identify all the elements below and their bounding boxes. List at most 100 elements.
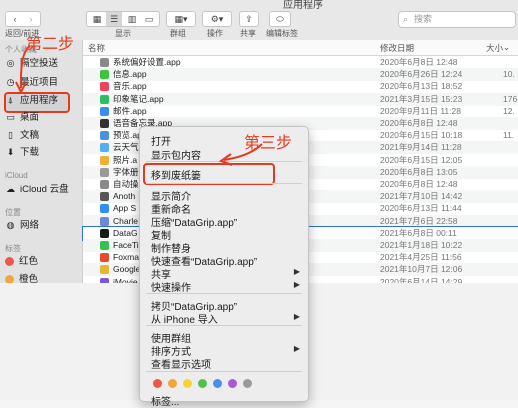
back-forward-control[interactable]: ‹ › [5,11,41,27]
file-name: 系统偏好设置.app [113,57,181,67]
date-column-header[interactable]: 修改日期 [380,42,414,54]
menu-item-move-to-trash[interactable]: 移到废纸篓 [151,167,201,182]
file-date: 2020年6月26日 12:24 [380,69,463,80]
name-column-header[interactable]: 名称 [88,42,105,54]
menu-separator [146,183,302,184]
red-tag-icon [5,256,14,266]
file-name: 字体册 [113,166,139,177]
file-date: 2021年1月18日 10:22 [380,240,463,250]
action-button[interactable]: ⚙▾ [202,11,232,27]
menu-item-view-options[interactable]: 查看显示选项 [151,356,211,371]
gallery-view-icon[interactable]: ▭ [141,12,157,26]
sidebar-tag-red[interactable]: 红色 [5,254,38,270]
view-switcher[interactable]: ▦ ☰ ▥ ▭ [86,11,160,27]
window-title: 应用程序 [283,0,323,11]
app-icon [100,192,109,202]
file-name: 印象笔记.app [113,93,164,104]
menu-separator [146,293,302,294]
table-row[interactable]: 印象笔记.app 2021年3月15日 15:23 176 [83,92,518,106]
file-date: 2020年6月15日 10:18 [380,130,463,141]
forward-icon[interactable]: › [25,12,37,26]
table-row[interactable]: 系统偏好设置.app 2020年6月8日 12:48 [83,56,518,69]
orange-tag-icon [5,274,14,283]
file-name: 自动操 [113,179,139,189]
column-view-icon[interactable]: ▥ [124,12,140,26]
tag-icon: ⬭ [276,14,284,24]
table-row[interactable]: 音乐.app 2020年6月13日 18:52 [83,80,518,93]
sidebar-item-icloud-drive[interactable]: ☁ iCloud 云盘 [5,182,69,198]
tag-color-dot-icon[interactable] [153,379,162,388]
file-date: 2020年6月13日 11:44 [380,203,462,214]
tag-color-dot-icon[interactable] [213,379,222,388]
sidebar-item-downloads[interactable]: ⬇ 下载 [5,145,39,161]
menu-item-quick-actions[interactable]: 快速操作 [151,279,191,294]
file-date: 2020年6月13日 18:52 [380,81,463,92]
group-label: 群组 [170,29,186,38]
menu-item-open[interactable]: 打开 [151,133,171,148]
icloud-heading: iCloud [5,171,28,180]
desktop-icon: ▭ [6,111,15,122]
tag-color-dot-icon[interactable] [228,379,237,388]
file-date: 2020年6月8日 12:48 [380,57,458,67]
size-column-header[interactable]: 大小 [486,42,503,54]
locations-heading: 位置 [5,208,21,217]
file-date: 2020年6月8日 12:48 [380,179,458,189]
file-name: DataG [113,227,138,238]
menu-item-tags[interactable]: 标签... [151,393,179,408]
group-icon: ▦▾ [174,14,188,24]
tag-color-dot-icon[interactable] [168,379,177,388]
file-date: 2021年7月10日 14:42 [380,191,463,202]
tags-button[interactable]: ⬭ [269,11,291,27]
sidebar-tag-orange[interactable]: 橙色 [5,272,38,283]
table-row[interactable]: 邮件.app 2020年9月11日 11:28 12. [83,105,518,118]
app-icon [100,241,109,250]
share-label: 共享 [240,29,256,38]
sidebar-item-desktop[interactable]: ▭ 桌面 [5,110,39,126]
share-icon: ⇪ [245,14,253,24]
search-field[interactable]: ⌕ 搜索 [398,11,516,28]
view-label: 显示 [115,29,131,38]
tag-color-dot-icon[interactable] [243,379,252,388]
download-icon: ⬇ [6,146,15,157]
search-icon: ⌕ [403,14,409,24]
file-date: 2020年6月8日 12:48 [380,118,458,128]
file-date: 2020年6月8日 13:05 [380,166,458,177]
app-icon [100,155,109,165]
file-name: Anoth [113,191,136,202]
tag-color-dot-icon[interactable] [198,379,207,388]
file-date: 2021年3月15日 15:23 [380,93,463,104]
app-icon [100,82,109,92]
step3-arrow [218,143,263,166]
menu-item-import-from-iphone[interactable]: 从 iPhone 导入 [151,311,218,326]
group-button[interactable]: ▦▾ [166,11,196,27]
table-row[interactable]: 信息.app 2020年6月26日 12:24 10. [83,68,518,82]
file-name: FaceTi [113,240,139,250]
file-size: 11. [503,130,515,141]
tag-color-dot-icon[interactable] [183,379,192,388]
file-size: 176 [503,93,518,104]
back-icon[interactable]: ‹ [9,12,21,26]
tags-label: 编辑标签 [266,29,298,38]
file-name: 云天气 [113,142,139,153]
toolbar: 应用程序 ‹ › 返回/前进 ▦ ☰ ▥ ▭ 显示 ▦▾ 群组 ⚙▾ 操作 ⇪ … [0,0,518,41]
file-size: 12. [503,105,515,116]
file-date: 2021年7月6日 22:58 [380,215,458,226]
file-date: 2021年10月7日 12:06 [380,264,463,275]
list-view-icon[interactable]: ☰ [106,12,122,26]
app-icon [100,106,109,116]
sidebar-item-network[interactable]: ◍ 网络 [5,218,39,234]
file-name: Google [113,264,141,275]
file-name: Charle [113,215,139,226]
doc-icon: ▯ [8,129,13,140]
app-icon [100,119,109,128]
icon-view-icon[interactable]: ▦ [89,12,105,26]
app-icon [100,265,109,275]
menu-item-show-package[interactable]: 显示包内容 [151,147,201,162]
file-date: 2021年4月25日 11:56 [380,252,462,263]
file-date: 2020年6月14日 14:29 [380,276,463,283]
sidebar-item-documents[interactable]: ▯ 文稿 [5,128,39,144]
app-icon [100,131,109,141]
submenu-arrow-icon: ▶ [293,267,300,276]
file-name: Foxma [113,252,139,263]
share-button[interactable]: ⇪ [239,11,259,27]
